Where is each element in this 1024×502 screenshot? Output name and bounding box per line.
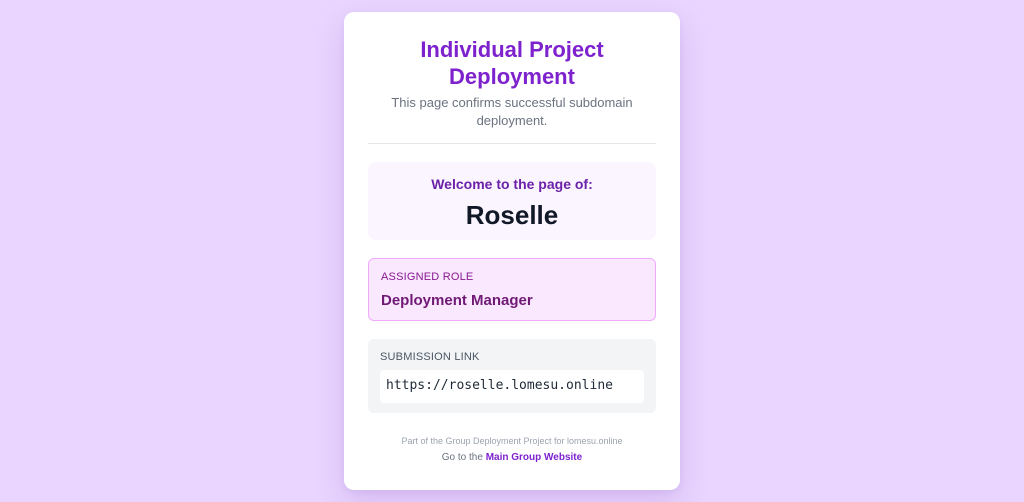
footer: Part of the Group Deployment Project for… [368,435,656,464]
page-title: Individual Project Deployment [420,37,604,89]
footer-goto-line: Go to the Main Group Website [368,451,656,464]
page-subtitle: This page confirms successful subdomain … [391,95,633,128]
header-divider [368,143,656,144]
assigned-role-section: ASSIGNED ROLE Deployment Manager [368,258,656,321]
welcome-label: Welcome to the page of: [431,176,593,192]
submission-link-label: SUBMISSION LINK [380,351,480,363]
member-name: Roselle [465,200,559,230]
assigned-role-label: ASSIGNED ROLE [381,271,474,283]
footer-note: Part of the Group Deployment Project for… [401,436,623,446]
submission-link-section: SUBMISSION LINK https://roselle.lomesu.o… [368,339,656,413]
footer-goto-prefix: Go to the [441,452,483,463]
main-group-website-link[interactable]: Main Group Website [486,452,583,463]
submission-link-value: https://roselle.lomesu.online [380,370,644,403]
welcome-section: Welcome to the page of: Roselle [368,162,656,240]
assigned-role-value: Deployment Manager [381,292,533,309]
deployment-card: Individual Project Deployment This page … [344,12,680,490]
